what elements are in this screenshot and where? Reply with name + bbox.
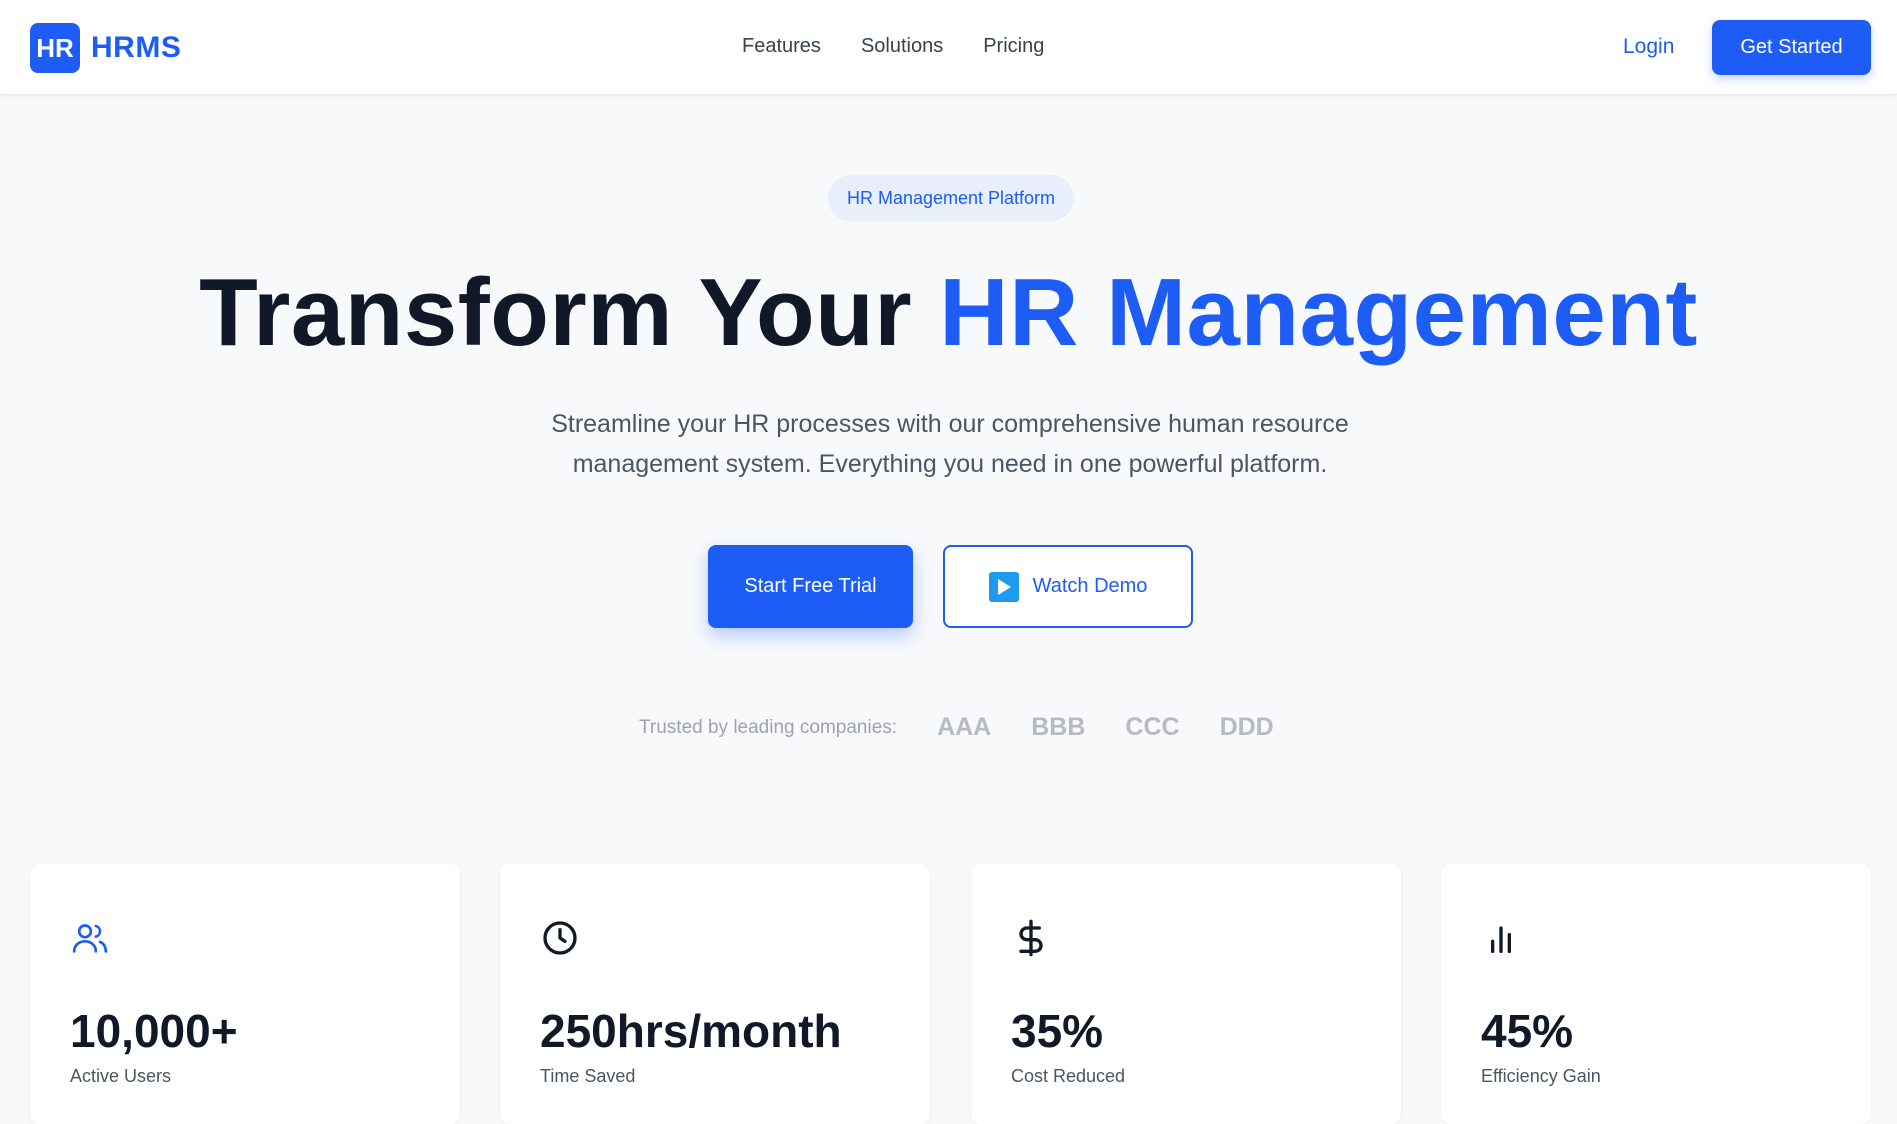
headline-main: Transform Your — [199, 259, 940, 366]
hero-subtitle: Streamline your HR processes with our co… — [551, 410, 1349, 478]
company-logo-ddd: DDD — [1219, 713, 1274, 741]
top-navbar: HR HRMS Features Solutions Pricing Login… — [0, 0, 1897, 95]
nav-link-pricing[interactable]: Pricing — [983, 35, 1044, 58]
company-logo-ccc: CCC — [1125, 713, 1180, 741]
watch-demo-label: Watch Demo — [1032, 575, 1148, 597]
users-icon — [72, 924, 108, 953]
company-logo-aaa: AAA — [937, 713, 992, 741]
logo[interactable]: HR HRMS — [30, 23, 181, 73]
stat-card-efficiency-gain: 45% Efficiency Gain — [1441, 864, 1871, 1124]
stat-label: Time Saved — [540, 1066, 636, 1086]
trusted-label: Trusted by leading companies: — [639, 716, 898, 738]
nav-link-solutions[interactable]: Solutions — [861, 35, 943, 58]
stat-value: 35% — [1011, 1005, 1104, 1057]
logo-text: HRMS — [91, 31, 182, 64]
watch-demo-button[interactable]: Watch Demo — [943, 545, 1193, 628]
hero-headline: Transform Your HR Management — [0, 255, 1897, 370]
stat-card-active-users: 10,000+ Active Users — [30, 864, 460, 1124]
stat-value: 250hrs/month — [540, 1005, 842, 1057]
dollar-icon — [1019, 919, 1043, 957]
nav-link-features[interactable]: Features — [742, 35, 821, 58]
company-logo-bbb: BBB — [1031, 713, 1086, 741]
stat-card-cost-reduced: 35% Cost Reduced — [971, 864, 1401, 1124]
bar-chart-icon — [1491, 926, 1511, 953]
logo-mark: HR — [30, 23, 80, 73]
login-link[interactable]: Login — [1623, 35, 1674, 59]
stat-label: Efficiency Gain — [1481, 1066, 1601, 1086]
trusted-companies: Trusted by leading companies: AAA BBB CC… — [639, 713, 1274, 742]
stat-label: Active Users — [70, 1066, 172, 1086]
play-icon — [988, 571, 1019, 602]
stat-value: 45% — [1481, 1005, 1574, 1057]
headline-accent: HR Management — [939, 259, 1698, 366]
stat-card-time-saved: 250hrs/month Time Saved — [500, 864, 930, 1124]
start-free-trial-button[interactable]: Start Free Trial — [708, 545, 913, 628]
get-started-button[interactable]: Get Started — [1712, 20, 1871, 75]
stat-value: 10,000+ — [70, 1005, 238, 1057]
nav-links: Features Solutions Pricing — [742, 35, 1044, 58]
clock-icon — [543, 921, 577, 955]
stat-label: Cost Reduced — [1011, 1066, 1126, 1086]
platform-badge: HR Management Platform — [828, 175, 1074, 221]
